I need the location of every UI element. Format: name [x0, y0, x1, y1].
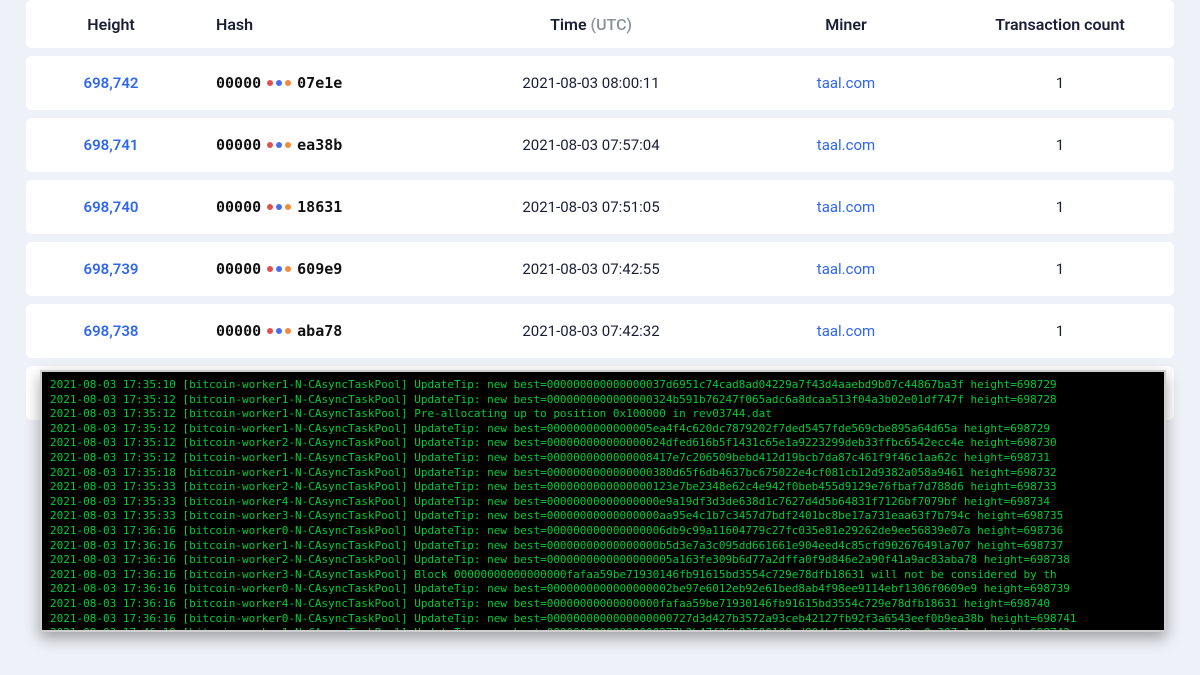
- block-height-link[interactable]: 698,739: [84, 260, 139, 278]
- block-time: 2021-08-03 07:42:55: [436, 260, 746, 278]
- header-height: Height: [26, 15, 196, 34]
- table-row: 698,742 00000 07e1e 2021-08-03 08:00:11 taal…: [26, 56, 1174, 110]
- hash-suffix: 07e1e: [297, 74, 342, 92]
- tx-count: 1: [946, 136, 1174, 154]
- tx-count: 1: [946, 260, 1174, 278]
- block-hash[interactable]: 00000 609e9: [216, 260, 436, 278]
- header-time-tz: (UTC): [591, 15, 632, 34]
- table-row: 698,739 00000 609e9 2021-08-03 07:42:55 taal…: [26, 242, 1174, 296]
- table-row: 698,738 00000 aba78 2021-08-03 07:42:32 taal…: [26, 304, 1174, 358]
- miner-link[interactable]: taal.com: [817, 74, 875, 92]
- block-time: 2021-08-03 07:42:32: [436, 322, 746, 340]
- hash-prefix: 00000: [216, 322, 261, 340]
- terminal-overlay: 2021-08-03 17:35:10 [bitcoin-worker1-N-C…: [40, 370, 1166, 632]
- tx-count: 1: [946, 322, 1174, 340]
- table-row: 698,741 00000 ea38b 2021-08-03 07:57:04 taal…: [26, 118, 1174, 172]
- header-time: Time (UTC): [436, 15, 746, 34]
- table-header-row: Height Hash Time (UTC) Miner Transaction…: [26, 0, 1174, 48]
- block-time: 2021-08-03 07:51:05: [436, 198, 746, 216]
- header-miner: Miner: [746, 15, 946, 34]
- hash-suffix: aba78: [297, 322, 342, 340]
- miner-link[interactable]: taal.com: [817, 198, 875, 216]
- ellipsis-icon: [267, 204, 291, 210]
- hash-prefix: 00000: [216, 74, 261, 92]
- ellipsis-icon: [267, 328, 291, 334]
- hash-prefix: 00000: [216, 260, 261, 278]
- tx-count: 1: [946, 74, 1174, 92]
- block-height-link[interactable]: 698,740: [84, 198, 139, 216]
- block-hash[interactable]: 00000 07e1e: [216, 74, 436, 92]
- ellipsis-icon: [267, 266, 291, 272]
- block-time: 2021-08-03 07:57:04: [436, 136, 746, 154]
- table-row: 698,740 00000 18631 2021-08-03 07:51:05 taal…: [26, 180, 1174, 234]
- hash-suffix: 18631: [297, 198, 342, 216]
- miner-link[interactable]: taal.com: [817, 136, 875, 154]
- hash-prefix: 00000: [216, 198, 261, 216]
- ellipsis-icon: [267, 80, 291, 86]
- ellipsis-icon: [267, 142, 291, 148]
- block-hash[interactable]: 00000 18631: [216, 198, 436, 216]
- block-hash[interactable]: 00000 aba78: [216, 322, 436, 340]
- block-hash[interactable]: 00000 ea38b: [216, 136, 436, 154]
- tx-count: 1: [946, 198, 1174, 216]
- miner-link[interactable]: taal.com: [817, 260, 875, 278]
- hash-prefix: 00000: [216, 136, 261, 154]
- header-time-label: Time: [550, 15, 587, 34]
- block-time: 2021-08-03 08:00:11: [436, 74, 746, 92]
- terminal-log: 2021-08-03 17:35:10 [bitcoin-worker1-N-C…: [50, 378, 1156, 632]
- block-height-link[interactable]: 698,742: [84, 74, 139, 92]
- hash-suffix: 609e9: [297, 260, 342, 278]
- block-height-link[interactable]: 698,738: [84, 322, 139, 340]
- header-txcount: Transaction count: [946, 15, 1174, 34]
- block-table: Height Hash Time (UTC) Miner Transaction…: [0, 0, 1200, 420]
- block-height-link[interactable]: 698,741: [84, 136, 139, 154]
- miner-link[interactable]: taal.com: [817, 322, 875, 340]
- hash-suffix: ea38b: [297, 136, 342, 154]
- header-hash: Hash: [196, 15, 436, 34]
